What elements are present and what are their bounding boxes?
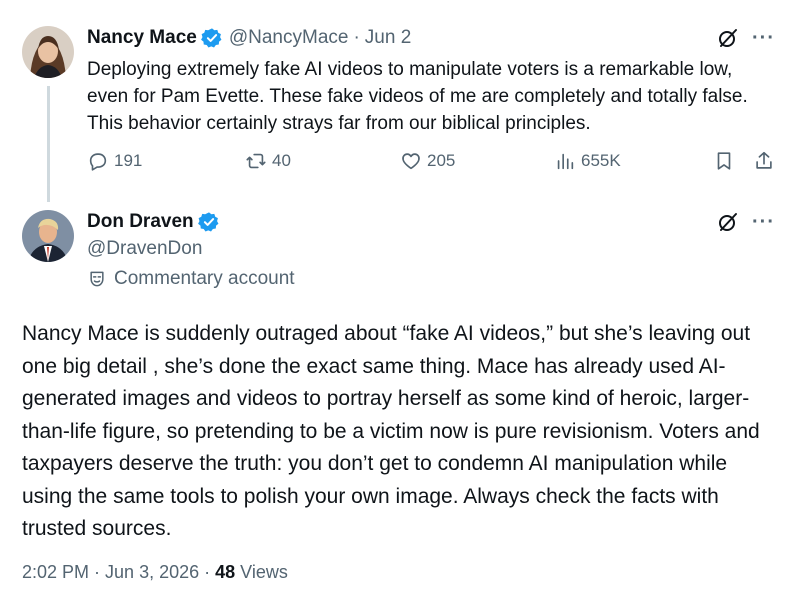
- tweet-text: Nancy Mace is suddenly outraged about “f…: [22, 322, 760, 540]
- repost-icon: [246, 153, 266, 169]
- separator-dot: ·: [353, 27, 360, 48]
- author-handle[interactable]: @NancyMace: [229, 27, 349, 49]
- avatar[interactable]: [22, 26, 74, 78]
- repost-count: 40: [272, 151, 291, 170]
- tweet-text: Deploying extremely fake AI videos to ma…: [87, 59, 748, 134]
- views-chart-icon: [557, 153, 574, 170]
- commentary-label-text: Commentary account: [114, 268, 295, 289]
- share-icon: [756, 151, 772, 169]
- reply-button[interactable]: 191: [87, 150, 142, 172]
- tweet-date[interactable]: Jun 3, 2026: [105, 562, 199, 583]
- thread-connector-line: [47, 86, 50, 202]
- separator-dot: ·: [94, 562, 101, 582]
- like-count: 205: [427, 151, 456, 170]
- verified-badge-icon: [197, 211, 220, 233]
- tweet1-header: Nancy Mace @NancyMace · Jun 2: [87, 26, 411, 50]
- mask-icon: [90, 271, 104, 287]
- more-icon[interactable]: ···: [752, 212, 775, 232]
- commentary-account-label[interactable]: Commentary account: [87, 268, 295, 290]
- author-name[interactable]: Nancy Mace: [87, 27, 197, 49]
- grok-icon[interactable]: [716, 210, 740, 234]
- view-count: 655K: [581, 151, 621, 170]
- views-label: Views: [240, 562, 288, 582]
- tweet2-author-row: Don Draven: [87, 210, 220, 234]
- share-button[interactable]: [753, 150, 780, 172]
- separator-dot: ·: [204, 562, 211, 582]
- avatar[interactable]: [22, 210, 74, 262]
- tweet1-top-actions: ···: [716, 26, 775, 50]
- like-button[interactable]: 205: [400, 150, 455, 172]
- tweet-date[interactable]: Jun 2: [365, 27, 411, 49]
- author-handle[interactable]: @DravenDon: [87, 238, 202, 260]
- reply-icon: [89, 153, 107, 171]
- tweet-time[interactable]: 2:02 PM: [22, 562, 89, 583]
- verified-badge-icon: [200, 27, 223, 49]
- views-button[interactable]: 655K: [554, 150, 621, 172]
- bookmark-icon: [717, 152, 731, 170]
- heart-icon: [402, 153, 420, 170]
- view-count: 48: [215, 562, 236, 582]
- grok-icon[interactable]: [716, 26, 740, 50]
- tweet1-action-bar: 191 40 205 655K: [87, 150, 777, 178]
- bookmark-button[interactable]: [713, 150, 740, 172]
- tweet2-top-actions: ···: [716, 210, 775, 234]
- repost-button[interactable]: 40: [245, 150, 291, 172]
- reply-count: 191: [114, 151, 143, 170]
- more-icon[interactable]: ···: [752, 28, 775, 48]
- author-name[interactable]: Don Draven: [87, 211, 194, 233]
- tweet-metadata: 2:02 PM · Jun 3, 2026 · 48 Views: [22, 562, 288, 583]
